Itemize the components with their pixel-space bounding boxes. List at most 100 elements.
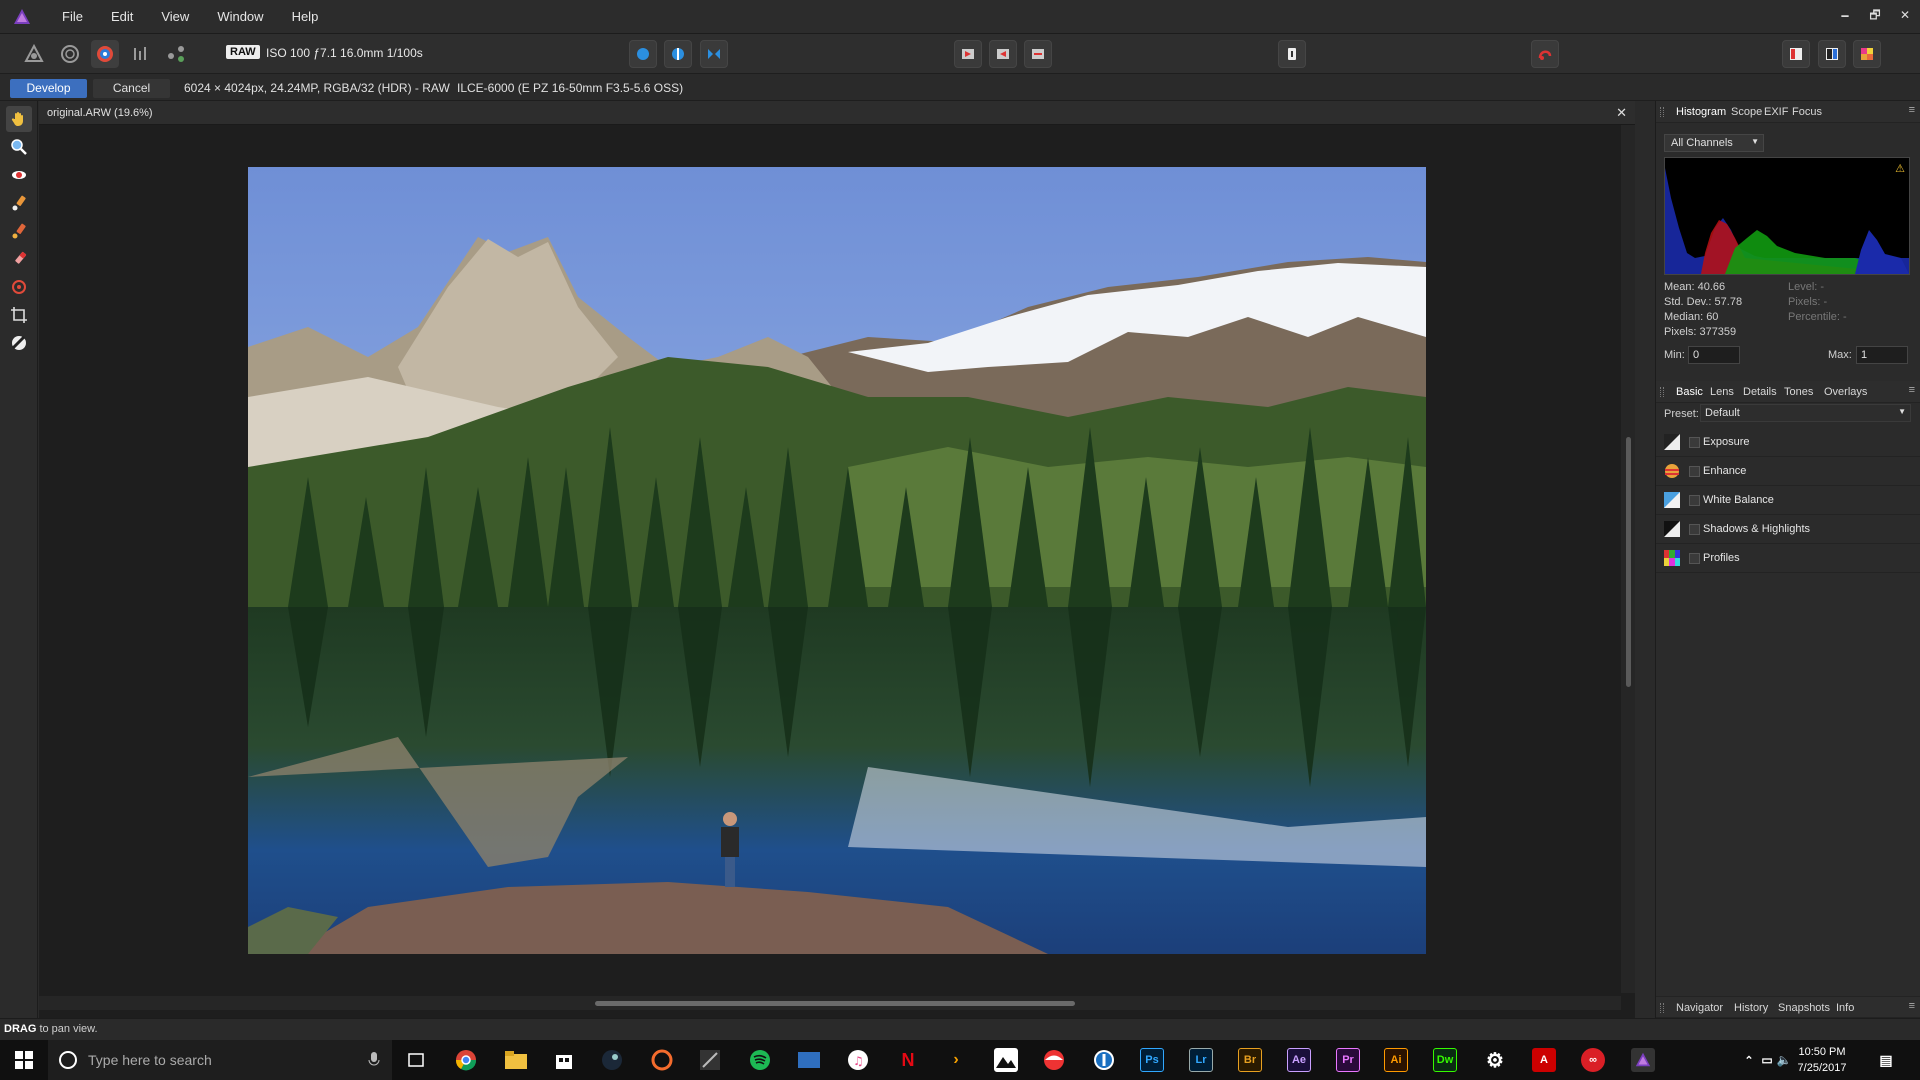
view-single-icon[interactable] [629, 40, 657, 68]
file-explorer-icon[interactable] [504, 1048, 528, 1072]
chrome-icon[interactable] [454, 1048, 478, 1072]
view-mirror-icon[interactable] [700, 40, 728, 68]
menu-file[interactable]: File [48, 0, 97, 34]
photoshop-icon[interactable]: Ps [1140, 1048, 1164, 1072]
adjust-exposure[interactable]: Exposure [1656, 428, 1920, 457]
settings-gear-icon[interactable]: ⚙ [1483, 1048, 1507, 1072]
illustrator-icon[interactable]: Ai [1384, 1048, 1408, 1072]
overlay-gradient-tool-icon[interactable] [6, 246, 32, 272]
horizontal-scrollbar[interactable] [39, 996, 1621, 1010]
profiles-checkbox[interactable] [1689, 553, 1700, 564]
view-split-icon[interactable] [664, 40, 692, 68]
restore-button[interactable]: 🗗 [1860, 0, 1890, 34]
taskbar-search[interactable]: Type here to search [48, 1040, 392, 1080]
shadows-highlights-checkbox[interactable] [1689, 524, 1700, 535]
windows-start-icon[interactable] [12, 1048, 36, 1072]
clock[interactable]: 10:50 PM 7/25/2017 [1782, 1044, 1862, 1076]
gpu-app-icon[interactable] [698, 1048, 722, 1072]
menu-help[interactable]: Help [278, 0, 333, 34]
white-balance-checkbox[interactable] [1689, 495, 1700, 506]
creative-cloud-icon[interactable]: ∞ [1581, 1048, 1605, 1072]
action-center-icon[interactable]: ▤ [1874, 1048, 1898, 1072]
photo-canvas[interactable] [248, 167, 1426, 954]
overlay-erase-tool-icon[interactable] [6, 218, 32, 244]
color-panel-icon[interactable] [1853, 40, 1881, 68]
tab-info[interactable]: Info [1836, 1002, 1854, 1014]
white-balance-tool-icon[interactable] [6, 330, 32, 356]
panel-menu-icon[interactable]: ≡ [1909, 384, 1915, 396]
tab-histogram[interactable]: Histogram [1676, 106, 1726, 118]
minimize-button[interactable]: 🗕 [1830, 0, 1860, 34]
microphone-icon[interactable] [368, 1052, 380, 1068]
clipping-tones-icon[interactable] [1024, 40, 1052, 68]
overlay-paint-tool-icon[interactable] [6, 190, 32, 216]
red-eye-tool-icon[interactable] [6, 162, 32, 188]
hand-tool-icon[interactable] [6, 106, 32, 132]
steam-icon[interactable] [600, 1048, 624, 1072]
liquify-persona-icon[interactable] [56, 40, 84, 68]
ball-app-icon[interactable] [1042, 1048, 1066, 1072]
panel-right-icon[interactable] [1818, 40, 1846, 68]
vertical-scrollbar[interactable] [1621, 125, 1635, 993]
adjust-shadows-highlights[interactable]: Shadows & Highlights [1656, 515, 1920, 544]
spotify-icon[interactable] [748, 1048, 772, 1072]
origin-icon[interactable] [650, 1048, 674, 1072]
tone-mapping-persona-icon[interactable] [127, 40, 155, 68]
tab-snapshots[interactable]: Snapshots [1778, 1002, 1830, 1014]
crop-tool-icon[interactable] [6, 302, 32, 328]
max-field[interactable]: 1 [1856, 346, 1908, 364]
bridge-icon[interactable]: Br [1238, 1048, 1262, 1072]
premiere-icon[interactable]: Pr [1336, 1048, 1360, 1072]
develop-button[interactable]: Develop [10, 79, 87, 98]
clipping-shadows-icon[interactable] [989, 40, 1017, 68]
close-document-icon[interactable]: ✕ [1616, 105, 1627, 121]
panel-menu-icon[interactable]: ≡ [1909, 1000, 1915, 1012]
exposure-checkbox[interactable] [1689, 437, 1700, 448]
panel-left-icon[interactable] [1782, 40, 1810, 68]
menu-view[interactable]: View [147, 0, 203, 34]
after-effects-icon[interactable]: Ae [1287, 1048, 1311, 1072]
adjust-enhance[interactable]: Enhance [1656, 457, 1920, 486]
menu-edit[interactable]: Edit [97, 0, 147, 34]
tab-lens[interactable]: Lens [1710, 386, 1734, 398]
tab-details[interactable]: Details [1743, 386, 1777, 398]
develop-persona-icon[interactable] [91, 40, 119, 68]
task-view-icon[interactable] [404, 1048, 428, 1072]
panel-menu-icon[interactable]: ≡ [1909, 104, 1915, 116]
affinity-photo-taskbar-icon[interactable] [1631, 1048, 1655, 1072]
lightroom-icon[interactable]: Lr [1189, 1048, 1213, 1072]
itunes-icon[interactable]: ♫ [846, 1048, 870, 1072]
tab-focus[interactable]: Focus [1792, 106, 1822, 118]
tab-scope[interactable]: Scope [1731, 106, 1762, 118]
adjust-profiles[interactable]: Profiles [1656, 544, 1920, 573]
info-icon[interactable] [1278, 40, 1306, 68]
min-field[interactable]: 0 [1688, 346, 1740, 364]
export-persona-icon[interactable] [162, 40, 190, 68]
store-icon[interactable] [552, 1048, 576, 1072]
clipping-highlights-icon[interactable] [954, 40, 982, 68]
onepassword-icon[interactable] [1092, 1048, 1116, 1072]
enhance-checkbox[interactable] [1689, 466, 1700, 477]
dreamweaver-icon[interactable]: Dw [1433, 1048, 1457, 1072]
blemish-tool-icon[interactable] [6, 274, 32, 300]
tab-navigator[interactable]: Navigator [1676, 1002, 1723, 1014]
photos-icon[interactable] [994, 1048, 1018, 1072]
assistant-icon[interactable] [1531, 40, 1559, 68]
cancel-button[interactable]: Cancel [93, 79, 170, 98]
tab-history[interactable]: History [1734, 1002, 1768, 1014]
adjust-white-balance[interactable]: White Balance [1656, 486, 1920, 515]
photo-persona-icon[interactable] [20, 40, 48, 68]
tab-exif[interactable]: EXIF [1764, 106, 1788, 118]
tab-tones[interactable]: Tones [1784, 386, 1813, 398]
tab-overlays[interactable]: Overlays [1824, 386, 1867, 398]
acrobat-icon[interactable]: A [1532, 1048, 1556, 1072]
channel-select[interactable]: All Channels ▼ [1664, 134, 1764, 152]
document-tab[interactable]: original.ARW (19.6%) ✕ [39, 101, 1635, 125]
menu-window[interactable]: Window [203, 0, 277, 34]
plex-icon[interactable]: › [944, 1048, 968, 1072]
tab-basic[interactable]: Basic [1676, 386, 1703, 398]
close-window-button[interactable]: ✕ [1890, 0, 1920, 34]
netflix-icon[interactable]: N [896, 1048, 920, 1072]
preset-select[interactable]: Default ▼ [1700, 404, 1911, 422]
media-app-icon[interactable] [797, 1048, 821, 1072]
